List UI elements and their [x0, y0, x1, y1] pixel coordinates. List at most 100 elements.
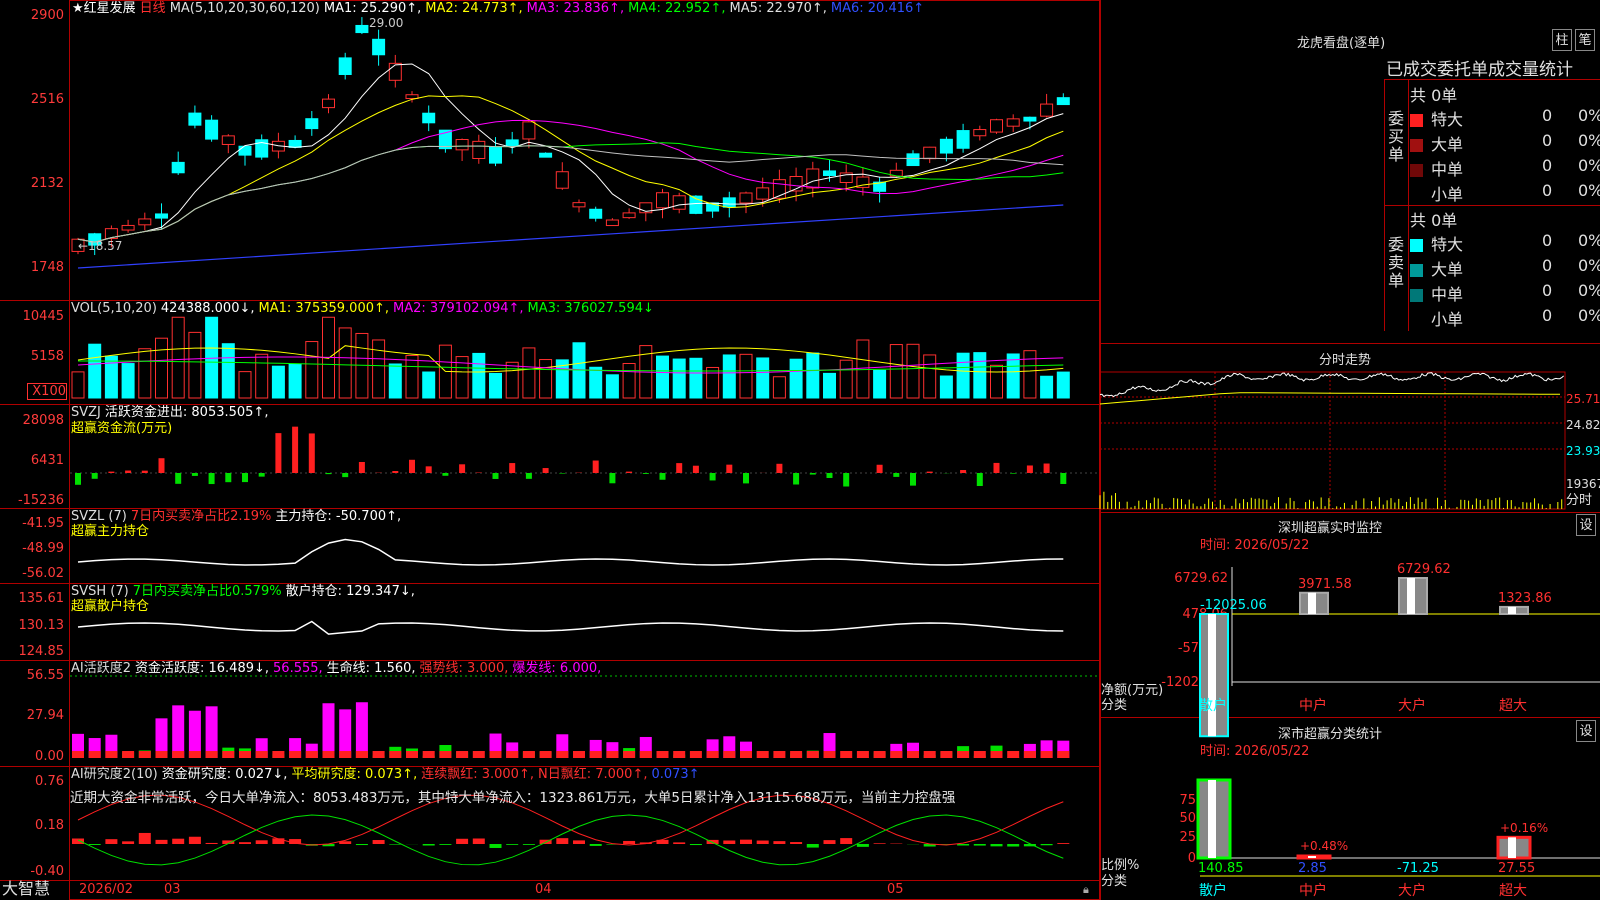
flow-bar	[509, 463, 516, 473]
ma-label: MA(5,10,20,30,60,120)	[169, 1, 320, 16]
activity-base	[472, 751, 485, 758]
volume-bar	[589, 366, 603, 399]
sz-stats-settings-button[interactable]: 设	[1576, 720, 1596, 742]
flow-bar	[308, 433, 315, 473]
candle-body	[489, 146, 502, 164]
monitor-bar	[1299, 591, 1329, 615]
activity-base	[840, 751, 853, 758]
order-type: 大单	[1431, 260, 1464, 279]
candlestick-layer[interactable]	[71, 17, 1070, 256]
activity-bar	[188, 710, 201, 758]
research-bar	[472, 838, 485, 844]
volume-bar	[973, 352, 987, 399]
sz-monitor-title: 深圳超赢实时监控	[1278, 521, 1383, 536]
intraday-price-tick: 24.82	[1566, 418, 1600, 432]
flow-bar	[141, 470, 148, 473]
category-caption: 分类	[1101, 874, 1128, 889]
volume-bar	[689, 357, 703, 399]
activity-base	[122, 751, 135, 758]
category-caption: 分类	[1101, 698, 1128, 713]
volume-bar	[238, 371, 252, 399]
order-type: 小单	[1431, 310, 1464, 329]
fund-flow-bars	[70, 426, 1100, 487]
research-bar	[673, 842, 686, 844]
tick-mode-button[interactable]: 笔	[1575, 29, 1595, 51]
candle-body	[1040, 103, 1054, 117]
order-type: 特大	[1431, 235, 1464, 254]
volume-bar	[205, 316, 219, 399]
candle-body	[205, 119, 219, 140]
sz-monitor-settings-button[interactable]: 设	[1576, 514, 1596, 536]
activity-base	[1007, 751, 1020, 758]
volume-bar	[605, 374, 619, 399]
volume-unit-button[interactable]: X100	[27, 383, 67, 400]
flow-bar	[826, 473, 833, 478]
stats-tick: 25	[1179, 830, 1196, 845]
volume-tick: 5158	[30, 349, 64, 364]
activity-base	[289, 751, 302, 758]
retail-line	[77, 620, 1064, 635]
candle-body	[722, 197, 736, 208]
monitor-bar	[1199, 613, 1229, 738]
activity-base	[907, 751, 919, 758]
candle-body	[1056, 97, 1070, 106]
activity-base	[923, 751, 936, 758]
activity-bar	[339, 709, 352, 758]
volume-bar	[138, 348, 152, 399]
ratio-caption: 比例%	[1101, 858, 1140, 873]
research-line	[77, 814, 1064, 866]
activity-base	[1057, 751, 1070, 758]
flow-bar	[342, 473, 349, 478]
volume-bar	[722, 354, 736, 399]
candle-body	[188, 112, 202, 126]
intraday-price-tick: 25.71	[1566, 392, 1600, 406]
favorite-star-icon[interactable]: ★	[72, 1, 84, 16]
sz-stats-chart: 75 50 25 0140.85 散户 2.85 中户 -71.25 大户 27.55 超大 +0.4…	[1179, 778, 1600, 899]
research-bar	[489, 844, 502, 848]
intraday-volume-label: 分时	[1566, 493, 1593, 508]
research-bar	[1007, 844, 1020, 847]
order-pct: 0%	[1578, 156, 1600, 175]
activity-base	[188, 751, 201, 758]
order-row: 大单	[1410, 131, 1463, 155]
lock-icon[interactable]: 🔒︎	[1083, 882, 1089, 898]
volume-bar	[1056, 371, 1070, 399]
ai-activity-tick: 0.00	[35, 749, 64, 764]
flow-bar	[743, 473, 749, 484]
flow-bar	[91, 473, 98, 479]
candle-body	[572, 202, 586, 208]
stock-name: 红星发展	[83, 1, 136, 16]
volume-header: VOL(5,10,20) 424388.000↓, MA1: 375359.000↑…	[71, 301, 654, 316]
price-tick: 1748	[30, 260, 64, 275]
volume-bar	[1006, 353, 1020, 399]
order-row: 中单	[1410, 281, 1463, 305]
activity-base	[556, 751, 569, 758]
color-swatch	[1410, 264, 1423, 277]
flow-bar	[893, 473, 900, 477]
dragon-tiger-title: 龙虎看盘(逐单)	[1297, 36, 1386, 51]
volume-bar	[789, 358, 803, 399]
activity-base	[172, 751, 185, 758]
intraday-title: 分时走势	[1319, 353, 1372, 368]
order-count: 0	[1542, 131, 1553, 150]
volume-bar	[706, 366, 720, 399]
candle-body	[622, 212, 636, 219]
research-bar	[155, 839, 168, 844]
activity-base	[589, 751, 602, 758]
ma4-value: MA4: 22.952↑,	[628, 1, 726, 16]
period-label[interactable]: 日线	[140, 1, 166, 16]
candle-body	[221, 135, 235, 145]
research-bar	[1057, 843, 1070, 844]
category-label: 散户	[1199, 882, 1227, 899]
bar-mode-button[interactable]: 柱	[1552, 29, 1572, 51]
volume-bar	[889, 344, 903, 399]
activity-base	[489, 751, 502, 758]
research-bar	[773, 841, 786, 844]
order-pct: 0%	[1578, 306, 1600, 325]
candle-body	[939, 138, 953, 154]
volume-bar	[121, 363, 135, 399]
order-count: 0	[1542, 256, 1553, 275]
low-price-label: ←18.57	[78, 239, 123, 253]
order-type: 特大	[1431, 110, 1464, 129]
candle-body	[505, 139, 519, 147]
